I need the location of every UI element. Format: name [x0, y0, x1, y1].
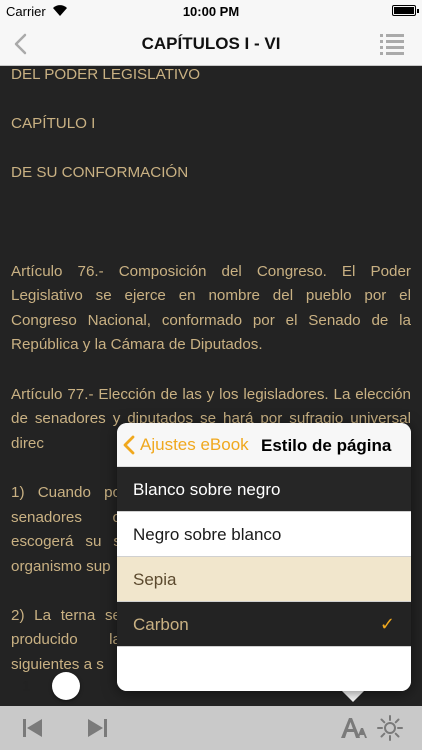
ebook-settings-back-button[interactable]: Ajustes eBook: [123, 432, 249, 458]
content-paragraph: 2) La terna se producido la siguientes a…: [11, 606, 121, 674]
checkmark-icon: ✓: [379, 614, 395, 634]
content-heading: DEL PODER LEGISLATIVO: [11, 66, 201, 83]
font-size-icon[interactable]: [338, 714, 368, 742]
status-bar: Carrier 10:00 PM: [0, 0, 422, 22]
page-number: 1: [22, 678, 31, 695]
bottom-toolbar: [0, 706, 422, 750]
page-title: CAPÍTULOS I - VI: [141, 34, 281, 53]
style-option-empty[interactable]: [117, 647, 411, 691]
option-label: Sepia: [133, 570, 177, 589]
content-heading: CAPÍTULO I: [11, 115, 96, 133]
page-style-popover: Ajustes eBook Estilo de página Blanco so…: [117, 423, 411, 691]
status-time: 10:00 PM: [182, 4, 240, 19]
option-label: Carbon: [133, 615, 189, 634]
battery-icon: [392, 5, 419, 16]
brightness-icon[interactable]: [376, 714, 406, 742]
style-option-sepia[interactable]: Sepia: [117, 557, 411, 602]
content-paragraph: Artículo 76.- Composición del Congreso. …: [11, 262, 411, 354]
list-icon[interactable]: [378, 30, 406, 58]
style-option-negro-sobre-blanco[interactable]: Negro sobre blanco: [117, 512, 411, 557]
style-option-blanco-sobre-negro[interactable]: Blanco sobre negro: [117, 467, 411, 512]
content-paragraph: 1) Cuando po senadores o escogerá su s o…: [11, 483, 121, 575]
popover-arrow: [341, 690, 365, 702]
back-label: Ajustes eBook: [140, 435, 249, 454]
option-label: Negro sobre blanco: [133, 525, 282, 544]
option-label: Blanco sobre negro: [133, 480, 281, 499]
style-option-carbon[interactable]: Carbon ✓: [117, 602, 411, 647]
popover-header: Ajustes eBook Estilo de página: [117, 423, 411, 467]
navigation-bar: CAPÍTULOS I - VI: [0, 22, 422, 66]
content-heading: DE SU CONFORMACIÓN: [11, 164, 189, 182]
previous-chapter-icon[interactable]: [18, 714, 48, 742]
chevron-left-icon: [123, 435, 135, 455]
next-chapter-icon[interactable]: [82, 714, 112, 742]
slider-knob[interactable]: [52, 672, 80, 700]
popover-title: Estilo de página: [261, 436, 392, 455]
